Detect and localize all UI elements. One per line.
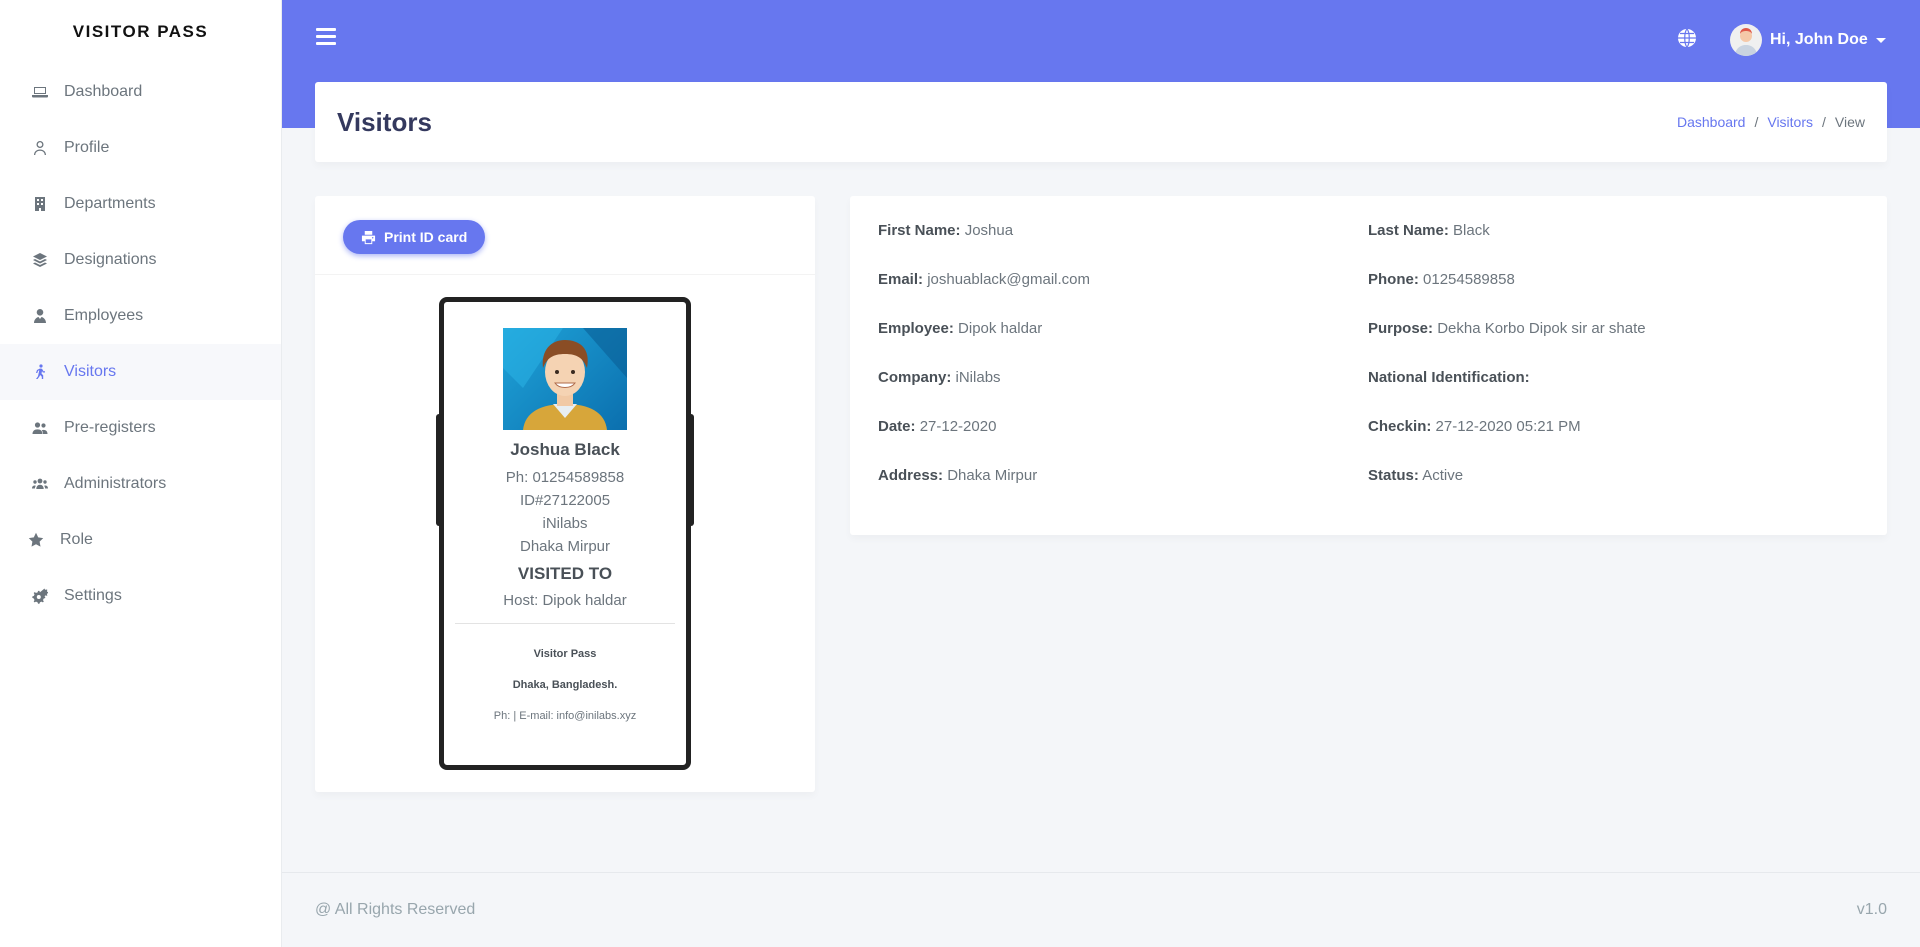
cogs-icon <box>30 586 50 606</box>
sidebar-item-profile[interactable]: Profile <box>0 120 281 176</box>
organization-contact: Ph: | E-mail: info@inilabs.xyz <box>493 710 637 722</box>
visitor-address: Dhaka Mirpur <box>519 538 611 555</box>
breadcrumb-current: View <box>1834 114 1865 130</box>
id-card-panel: Print ID card Joshua Black Ph: 012545898… <box>315 196 815 792</box>
print-id-card-label: Print ID card <box>384 229 468 245</box>
visitor-id-number: ID#27122005 <box>519 492 611 509</box>
user-icon <box>30 138 50 158</box>
sidebar-item-employees[interactable]: Employees <box>0 288 281 344</box>
visitor-id-card: Joshua Black Ph: 01254589858 ID#27122005… <box>436 297 694 770</box>
footer-version: v1.0 <box>1856 901 1887 918</box>
page-title: Visitors <box>337 106 432 137</box>
walking-icon <box>30 362 50 382</box>
sidebar-item-label: Role <box>60 531 93 548</box>
id-card-panel-header: Print ID card <box>315 196 815 275</box>
visited-to-heading: VISITED TO <box>517 564 613 583</box>
sidebar: VISITOR PASS Dashboard Profile Departmen… <box>0 0 282 947</box>
detail-date: Date: 27-12-2020 <box>878 418 997 435</box>
visitor-company: iNilabs <box>542 515 588 532</box>
layers-icon <box>30 250 50 270</box>
sidebar-item-label: Dashboard <box>64 83 143 100</box>
menu-toggle-icon[interactable] <box>316 28 336 48</box>
chevron-down-icon <box>1875 37 1886 43</box>
user-tie-icon <box>30 306 50 326</box>
detail-checkin: Checkin: 27-12-2020 05:21 PM <box>1368 418 1581 435</box>
sidebar-item-visitors[interactable]: Visitors <box>0 344 281 400</box>
sidebar-nav: Dashboard Profile Departments Designatio… <box>0 64 281 624</box>
visitor-details-panel: First Name: Joshua Last Name: Black Emai… <box>850 196 1887 535</box>
star-icon <box>26 530 46 550</box>
footer: @ All Rights Reserved v1.0 <box>282 872 1920 947</box>
sidebar-item-role[interactable]: Role <box>0 512 281 568</box>
sidebar-item-label: Employees <box>64 307 144 324</box>
divider <box>455 623 675 624</box>
sidebar-item-label: Visitors <box>64 363 117 380</box>
user-greeting: Hi, John Doe <box>1770 31 1868 48</box>
detail-national-id: National Identification: <box>1368 369 1530 386</box>
detail-status: Status: Active <box>1368 467 1464 484</box>
organization-name: Visitor Pass <box>533 648 597 660</box>
sidebar-item-designations[interactable]: Designations <box>0 232 281 288</box>
breadcrumb-visitors-link[interactable]: Visitors <box>1767 114 1813 130</box>
user-dropdown[interactable]: Hi, John Doe <box>1730 24 1886 56</box>
visitor-phone: Ph: 01254589858 <box>505 469 625 486</box>
sidebar-item-pre-registers[interactable]: Pre-registers <box>0 400 281 456</box>
detail-purpose: Purpose: Dekha Korbo Dipok sir ar shate <box>1368 320 1646 337</box>
breadcrumb: Dashboard / Visitors / View <box>1676 114 1865 130</box>
sidebar-item-label: Settings <box>64 587 122 604</box>
section-header: Visitors Dashboard / Visitors / View <box>315 82 1887 162</box>
detail-last-name: Last Name: Black <box>1368 222 1490 239</box>
visitor-host: Host: Dipok haldar <box>503 592 627 609</box>
sidebar-item-label: Profile <box>64 139 110 156</box>
sidebar-item-administrators[interactable]: Administrators <box>0 456 281 512</box>
footer-copyright: @ All Rights Reserved <box>315 901 476 918</box>
language-globe-icon[interactable] <box>1676 27 1698 49</box>
print-id-card-button[interactable]: Print ID card <box>343 220 486 254</box>
visitor-photo <box>503 328 627 430</box>
detail-phone: Phone: 01254589858 <box>1368 271 1515 288</box>
sidebar-item-label: Departments <box>64 195 156 212</box>
organization-address: Dhaka, Bangladesh. <box>512 679 618 691</box>
laptop-icon <box>30 82 50 102</box>
user-friends-icon <box>30 418 50 438</box>
sidebar-item-label: Administrators <box>64 475 167 492</box>
building-icon <box>30 194 50 214</box>
brand-logo[interactable]: VISITOR PASS <box>0 0 281 64</box>
detail-email: Email: joshuablack@gmail.com <box>878 271 1090 288</box>
detail-employee: Employee: Dipok haldar <box>878 320 1043 337</box>
detail-company: Company: iNilabs <box>878 369 1001 386</box>
detail-first-name: First Name: Joshua <box>878 222 1014 239</box>
sidebar-item-label: Designations <box>64 251 157 268</box>
sidebar-item-departments[interactable]: Departments <box>0 176 281 232</box>
sidebar-item-label: Pre-registers <box>64 419 156 436</box>
sidebar-item-dashboard[interactable]: Dashboard <box>0 64 281 120</box>
visitor-name: Joshua Black <box>510 440 620 459</box>
avatar <box>1730 24 1762 56</box>
detail-address: Address: Dhaka Mirpur <box>878 467 1038 484</box>
printer-icon <box>361 230 376 244</box>
users-icon <box>30 474 50 494</box>
breadcrumb-dashboard-link[interactable]: Dashboard <box>1677 114 1746 130</box>
sidebar-item-settings[interactable]: Settings <box>0 568 281 624</box>
